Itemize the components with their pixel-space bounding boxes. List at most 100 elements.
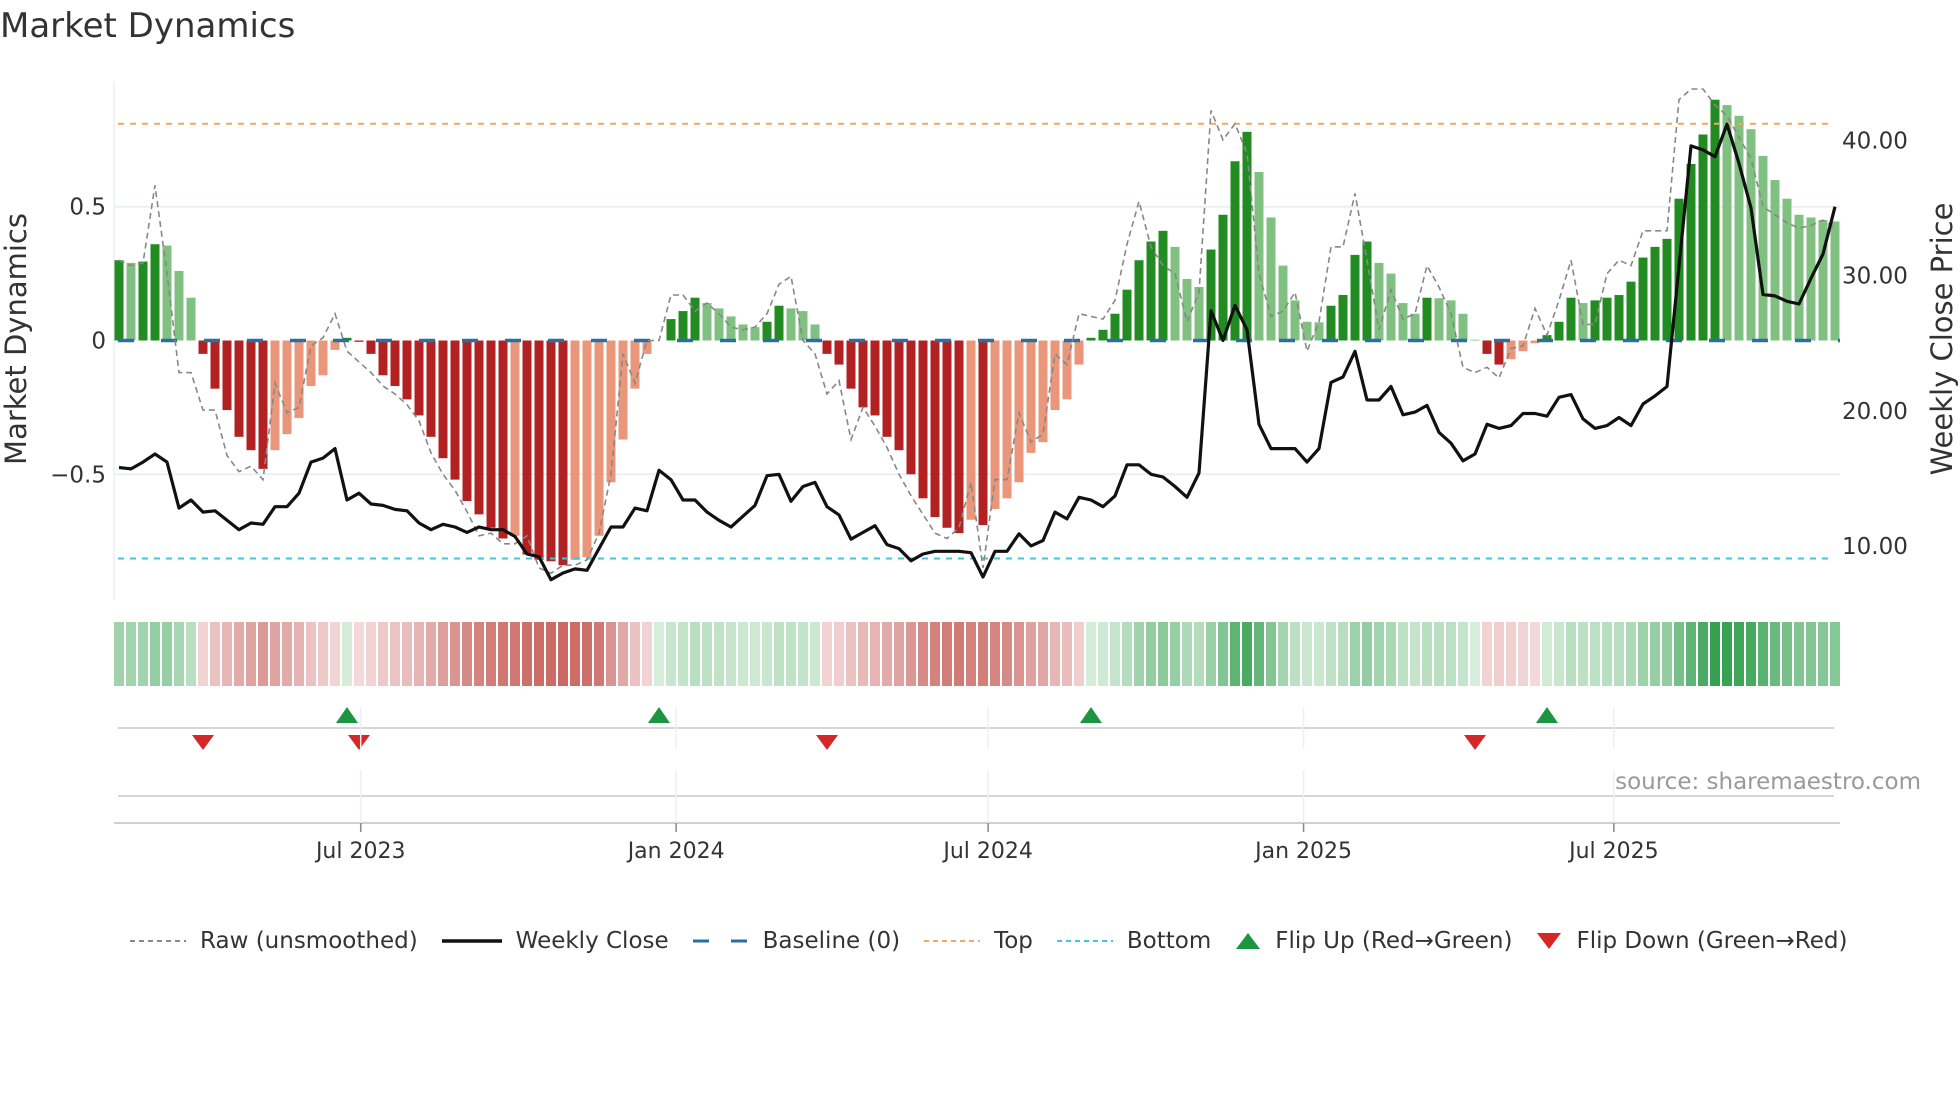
momentum-bar bbox=[546, 340, 556, 562]
legend-close[interactable]: Weekly Close bbox=[441, 928, 669, 954]
legend-bottom[interactable]: Bottom bbox=[1056, 928, 1211, 954]
heat-strip-cell bbox=[1746, 622, 1756, 686]
heat-strip-cell bbox=[798, 622, 808, 686]
legend-flip-up[interactable]: Flip Up (Red→Green) bbox=[1235, 928, 1512, 954]
left-tick-label: 0.5 bbox=[69, 195, 106, 221]
momentum-bar bbox=[1830, 221, 1840, 341]
momentum-bar bbox=[270, 340, 280, 451]
momentum-bar bbox=[1458, 313, 1468, 341]
heat-strip-cell bbox=[366, 622, 376, 686]
momentum-heat-strip bbox=[114, 622, 1840, 686]
heat-strip-cell bbox=[1506, 622, 1516, 686]
momentum-bar bbox=[1254, 171, 1264, 341]
momentum-bar bbox=[1770, 179, 1780, 341]
heat-strip-cell bbox=[1614, 622, 1624, 686]
momentum-bar bbox=[1602, 297, 1612, 341]
heat-strip-cell bbox=[1050, 622, 1060, 686]
momentum-bar bbox=[1386, 273, 1396, 341]
legend-top-label: Top bbox=[994, 928, 1033, 954]
heat-strip-cell bbox=[702, 622, 712, 686]
top-line-swatch-icon bbox=[924, 940, 981, 942]
momentum-bar bbox=[678, 311, 688, 341]
heat-strip-cell bbox=[522, 622, 532, 686]
heat-strip-cell bbox=[750, 622, 760, 686]
legend-top[interactable]: Top bbox=[924, 928, 1033, 954]
momentum-bar bbox=[1338, 295, 1348, 341]
heat-strip-cell bbox=[1242, 622, 1252, 686]
momentum-bar bbox=[1626, 281, 1636, 341]
heat-strip-cell bbox=[150, 622, 160, 686]
flip-down-marker bbox=[192, 735, 214, 750]
x-tick-label: Jan 2024 bbox=[626, 839, 725, 864]
momentum-bar bbox=[522, 340, 532, 555]
momentum-bar bbox=[186, 297, 196, 341]
heat-strip-cell bbox=[906, 622, 916, 686]
heat-strip-cell bbox=[282, 622, 292, 686]
heat-strip-cell bbox=[414, 622, 424, 686]
heat-strip-cell bbox=[1650, 622, 1660, 686]
momentum-bar bbox=[1398, 303, 1408, 341]
heat-strip-cell bbox=[1542, 622, 1552, 686]
heat-strip-cell bbox=[654, 622, 664, 686]
heat-strip-cell bbox=[930, 622, 940, 686]
momentum-bar bbox=[1794, 214, 1804, 341]
heat-strip-cell bbox=[306, 622, 316, 686]
heat-strip-cell bbox=[1434, 622, 1444, 686]
momentum-bar bbox=[594, 340, 604, 536]
flip-down-marker bbox=[816, 735, 838, 750]
momentum-bar bbox=[1170, 246, 1180, 341]
heat-strip-cell bbox=[1230, 622, 1240, 686]
momentum-bar bbox=[1098, 329, 1108, 341]
momentum-bar bbox=[210, 340, 220, 389]
legend-baseline[interactable]: Baseline (0) bbox=[692, 928, 900, 954]
heat-strip-cell bbox=[786, 622, 796, 686]
raw-unsmoothed-line bbox=[118, 88, 1836, 575]
heat-strip-cell bbox=[894, 622, 904, 686]
momentum-bar bbox=[1710, 99, 1720, 341]
heat-strip-cell bbox=[138, 622, 148, 686]
left-tick-label: 0 bbox=[91, 329, 106, 355]
heat-strip-cell bbox=[210, 622, 220, 686]
momentum-bar bbox=[738, 324, 748, 341]
momentum-bar bbox=[1434, 298, 1444, 341]
momentum-bar bbox=[762, 321, 772, 341]
momentum-bar bbox=[786, 308, 796, 341]
flip-markers-panel bbox=[118, 707, 1834, 797]
heat-strip-cell bbox=[810, 622, 820, 686]
momentum-bar bbox=[1614, 295, 1624, 341]
heat-strip-cell bbox=[1326, 622, 1336, 686]
heat-strip-cell bbox=[318, 622, 328, 686]
heat-strip-cell bbox=[1098, 622, 1108, 686]
raw-line-swatch-icon bbox=[130, 940, 186, 942]
legend-flip-down[interactable]: Flip Down (Green→Red) bbox=[1536, 928, 1847, 954]
momentum-bar bbox=[906, 340, 916, 475]
momentum-bar bbox=[1722, 105, 1732, 341]
momentum-bar bbox=[642, 340, 652, 354]
heat-strip-cell bbox=[1782, 622, 1792, 686]
heat-strip-cell bbox=[630, 622, 640, 686]
heat-strip-cell bbox=[342, 622, 352, 686]
momentum-bar bbox=[450, 340, 460, 480]
heat-strip-cell bbox=[1206, 622, 1216, 686]
left-axis-label: Market Dynamics bbox=[0, 213, 33, 465]
heat-strip-cell bbox=[738, 622, 748, 686]
heat-strip-cell bbox=[1410, 622, 1420, 686]
heat-strip-cell bbox=[126, 622, 136, 686]
momentum-bar bbox=[534, 340, 544, 560]
legend-raw[interactable]: Raw (unsmoothed) bbox=[130, 928, 418, 954]
momentum-bar bbox=[774, 305, 784, 341]
heat-strip-cell bbox=[774, 622, 784, 686]
heat-strip-cell bbox=[1314, 622, 1324, 686]
momentum-bar bbox=[402, 340, 412, 400]
momentum-bar bbox=[750, 327, 760, 341]
heat-strip-cell bbox=[486, 622, 496, 686]
flip-up-marker bbox=[1080, 707, 1102, 723]
heat-strip-cell bbox=[378, 622, 388, 686]
momentum-bar bbox=[1218, 214, 1228, 341]
heat-strip-cell bbox=[1470, 622, 1480, 686]
heat-strip-cell bbox=[1338, 622, 1348, 686]
heat-strip-cell bbox=[174, 622, 184, 686]
momentum-bar bbox=[438, 340, 448, 459]
momentum-bar bbox=[234, 340, 244, 437]
heat-strip-cell bbox=[570, 622, 580, 686]
